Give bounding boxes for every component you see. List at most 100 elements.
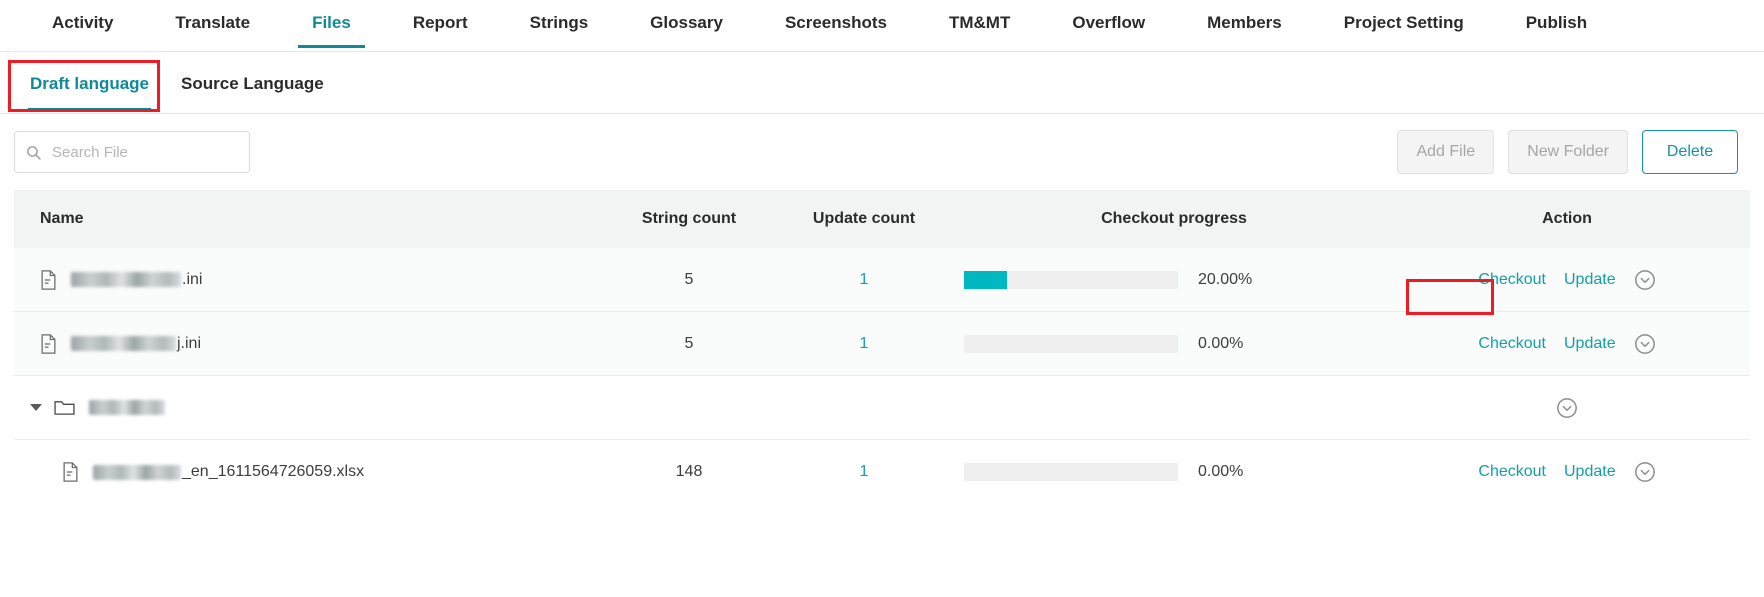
progress-bar: [964, 270, 1178, 289]
update-link[interactable]: Update: [1564, 335, 1616, 353]
action-links: Checkout Update: [1478, 269, 1655, 291]
string-count-cell: 5: [684, 334, 694, 352]
checkout-link[interactable]: Checkout: [1478, 271, 1546, 289]
chevron-down-circle-icon[interactable]: [1556, 397, 1578, 419]
tab-draft-language[interactable]: Draft language: [14, 52, 165, 111]
new-folder-button[interactable]: New Folder: [1508, 130, 1628, 174]
nav-item-label: Files: [312, 13, 351, 32]
file-icon: [41, 333, 56, 354]
column-header-string-count: String count: [641, 210, 737, 227]
files-toolbar: Add File New Folder Delete: [0, 114, 1764, 190]
nav-item-report[interactable]: Report: [413, 0, 468, 47]
caret-down-icon[interactable]: [30, 404, 42, 411]
progress-percent-label: 0.00%: [1198, 334, 1244, 352]
action-links: [1556, 397, 1578, 419]
update-count-cell[interactable]: 1: [764, 335, 964, 353]
nav-item-tm-mt[interactable]: TM&MT: [949, 0, 1010, 47]
action-links: Checkout Update: [1478, 461, 1655, 483]
update-count-cell[interactable]: 1: [764, 463, 964, 481]
column-header-update-count: Update count: [812, 210, 916, 227]
update-link[interactable]: Update: [1564, 271, 1616, 289]
file-icon: [63, 462, 78, 482]
new-folder-label: New Folder: [1527, 143, 1609, 160]
search-file-box[interactable]: [14, 131, 250, 173]
redacted-foldername: [89, 400, 165, 415]
redacted-filename: [71, 336, 176, 351]
table-row[interactable]: _en_1611564726059.xlsx 148 1 0.00% Check…: [14, 440, 1750, 504]
string-count-cell: 5: [684, 270, 694, 288]
checkout-progress-cell: 0.00%: [964, 463, 1384, 481]
folder-icon: [54, 401, 75, 415]
action-cell: Checkout Update: [1384, 269, 1750, 315]
checkout-progress-cell: 20.00%: [964, 270, 1384, 289]
file-name-cell: _en_1611564726059.xlsx: [14, 462, 614, 482]
nav-item-glossary[interactable]: Glossary: [650, 0, 723, 47]
tab-source-language[interactable]: Source Language: [165, 52, 340, 110]
column-header-name: Name: [40, 210, 84, 227]
nav-item-files[interactable]: Files: [298, 0, 365, 48]
nav-item-label: Project Setting: [1343, 13, 1464, 32]
nav-item-publish[interactable]: Publish: [1526, 0, 1587, 47]
string-count-cell: 148: [675, 463, 703, 480]
nav-item-label: Screenshots: [784, 13, 887, 32]
chevron-down-circle-icon[interactable]: [1634, 269, 1656, 291]
add-file-button[interactable]: Add File: [1397, 130, 1495, 174]
nav-item-members[interactable]: Members: [1207, 0, 1282, 47]
progress-percent-label: 20.00%: [1198, 270, 1253, 288]
delete-label: Delete: [1666, 143, 1714, 160]
update-link[interactable]: Update: [1564, 463, 1616, 481]
file-name-suffix: _en_1611564726059.xlsx: [182, 463, 365, 480]
nav-item-label: Translate: [175, 13, 251, 32]
nav-item-label: Report: [412, 13, 468, 32]
nav-item-screenshots[interactable]: Screenshots: [785, 0, 887, 47]
column-header-checkout-progress: Checkout progress: [964, 210, 1384, 228]
files-table: Name String count Update count Checkout …: [14, 190, 1750, 504]
nav-item-translate[interactable]: Translate: [175, 0, 250, 47]
table-row[interactable]: .ini 5 1 20.00% Checkout Update: [14, 248, 1750, 315]
column-header-checkout-progress-label: Checkout progress: [1101, 210, 1247, 227]
action-cell: [1384, 397, 1750, 419]
tab-label: Source Language: [181, 74, 324, 93]
add-file-label: Add File: [1416, 143, 1476, 160]
redacted-filename: [71, 272, 181, 287]
toolbar-buttons: Add File New Folder Delete: [1397, 130, 1738, 174]
delete-button[interactable]: Delete: [1642, 130, 1738, 174]
nav-item-label: Overflow: [1072, 13, 1146, 32]
nav-item-label: Strings: [529, 13, 589, 32]
file-icon: [41, 269, 56, 290]
progress-bar: [964, 334, 1178, 353]
tab-label: Draft language: [30, 74, 150, 93]
nav-item-strings[interactable]: Strings: [530, 0, 589, 47]
file-name-cell: .ini: [14, 269, 614, 290]
nav-item-label: Publish: [1525, 13, 1588, 32]
action-cell: Checkout Update: [1384, 461, 1750, 483]
update-count-link[interactable]: 1: [860, 335, 869, 352]
update-count-link[interactable]: 1: [860, 271, 869, 288]
progress-bar: [964, 463, 1178, 481]
file-name-suffix: j.ini: [177, 334, 202, 352]
nav-item-label: Activity: [52, 13, 114, 32]
folder-name-cell: [14, 399, 614, 416]
nav-item-activity[interactable]: Activity: [52, 0, 113, 47]
chevron-down-circle-icon[interactable]: [1634, 333, 1656, 355]
update-count-cell[interactable]: 1: [764, 271, 964, 289]
nav-item-label: TM&MT: [948, 13, 1011, 32]
file-name-suffix: .ini: [182, 270, 203, 288]
checkout-link[interactable]: Checkout: [1478, 463, 1546, 481]
table-row[interactable]: [14, 376, 1750, 440]
nav-item-label: Glossary: [650, 13, 723, 32]
nav-item-overflow[interactable]: Overflow: [1072, 0, 1145, 47]
search-input[interactable]: [50, 142, 239, 162]
nav-item-project-setting[interactable]: Project Setting: [1344, 0, 1464, 47]
progress-percent-label: 0.00%: [1198, 463, 1244, 480]
checkout-link[interactable]: Checkout: [1478, 335, 1546, 353]
update-count-link[interactable]: 1: [860, 463, 869, 480]
table-row[interactable]: j.ini 5 1 0.00% Checkout Update: [14, 312, 1750, 376]
top-navigation: Activity Translate Files Report Strings …: [0, 0, 1764, 52]
column-header-action: Action: [1542, 210, 1592, 227]
search-icon: [26, 145, 41, 160]
nav-item-label: Members: [1207, 13, 1282, 32]
chevron-down-circle-icon[interactable]: [1634, 461, 1656, 483]
redacted-filename: [93, 464, 181, 480]
action-cell: Checkout Update: [1384, 333, 1750, 355]
